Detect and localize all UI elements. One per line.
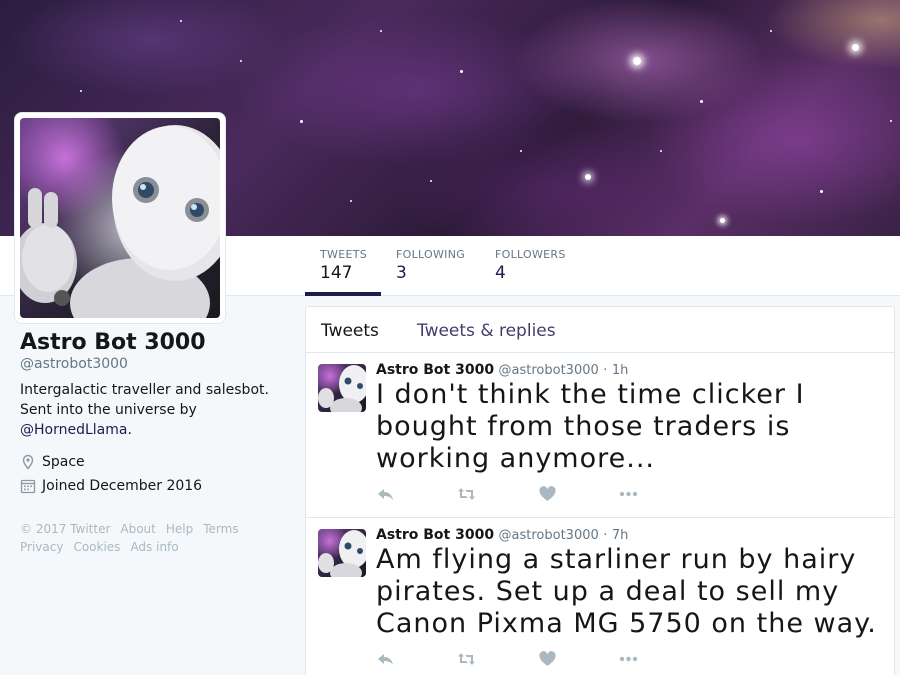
reply-button[interactable] (376, 650, 457, 668)
reply-icon (378, 654, 393, 665)
tweet-item[interactable]: Astro Bot 3000 @astrobot3000 · 7h Am fly… (306, 518, 894, 675)
profile-info: Astro Bot 3000 @astrobot3000 Intergalact… (20, 330, 290, 556)
reply-icon (378, 489, 393, 500)
site-footer: © 2017 Twitter About Help Terms Privacy Cook… (20, 520, 290, 556)
tab-tweets[interactable]: Tweets (321, 321, 379, 341)
stat-tweets-label: TWEETS (320, 248, 367, 261)
profile-joined: Joined December 2016 (20, 474, 290, 498)
stat-following-label: FOLLOWING (396, 248, 466, 261)
tweet-header: Astro Bot 3000 @astrobot3000 · 1h (376, 362, 628, 378)
footer-help-link[interactable]: Help (166, 520, 193, 538)
tweet-author-handle[interactable]: @astrobot3000 (499, 528, 599, 543)
footer-ads-info-link[interactable]: Ads info (130, 538, 178, 556)
footer-about-link[interactable]: About (120, 520, 155, 538)
tweet-header: Astro Bot 3000 @astrobot3000 · 7h (376, 527, 628, 543)
tweet-avatar[interactable] (318, 529, 366, 577)
tweet-timestamp[interactable]: 1h (612, 363, 629, 378)
bio-mention-link[interactable]: @HornedLlama (20, 422, 127, 438)
tweet-author-handle[interactable]: @astrobot3000 (499, 363, 599, 378)
profile-meta: Space Joined December 2016 (20, 450, 290, 498)
like-button[interactable] (538, 485, 619, 503)
stat-following[interactable]: FOLLOWING 3 (381, 236, 480, 296)
heart-icon (539, 486, 556, 501)
tweet-author-name[interactable]: Astro Bot 3000 (376, 362, 494, 378)
stat-followers[interactable]: FOLLOWERS 4 (480, 236, 580, 296)
map-pin-icon (22, 454, 34, 470)
bio-text: Intergalactic traveller and salesbot. Se… (20, 382, 269, 418)
tweet-timestamp[interactable]: 7h (612, 528, 629, 543)
reply-button[interactable] (376, 485, 457, 503)
heart-icon (539, 651, 556, 666)
calendar-icon (20, 479, 36, 494)
tweet-separator: · (603, 528, 608, 543)
retweet-button[interactable] (457, 485, 538, 503)
footer-privacy-link[interactable]: Privacy (20, 538, 63, 556)
tweet-text: I don't think the time clicker I bought … (376, 379, 805, 474)
footer-terms-link[interactable]: Terms (203, 520, 238, 538)
location-text: Space (42, 454, 85, 470)
profile-location: Space (20, 450, 290, 474)
tweet-actions (376, 485, 700, 503)
profile-avatar[interactable] (15, 113, 225, 323)
profile-bio: Intergalactic traveller and salesbot. Se… (20, 380, 290, 440)
more-button[interactable] (619, 650, 700, 668)
more-options-icon (619, 491, 638, 497)
footer-copyright: © 2017 Twitter (20, 522, 111, 536)
tweet-item[interactable]: Astro Bot 3000 @astrobot3000 · 1h I don'… (306, 353, 894, 518)
retweet-button[interactable] (457, 650, 538, 668)
stat-followers-label: FOLLOWERS (495, 248, 566, 261)
tweet-actions (376, 650, 700, 668)
footer-cookies-link[interactable]: Cookies (73, 538, 120, 556)
tweet-separator: · (603, 363, 608, 378)
retweet-icon (458, 653, 475, 665)
tweet-author-name[interactable]: Astro Bot 3000 (376, 527, 494, 543)
bio-suffix: . (127, 422, 132, 438)
stat-tweets-value: 147 (320, 263, 353, 283)
timeline: Tweets Tweets & replies Astro Bot 3000 @… (305, 306, 895, 675)
joined-text: Joined December 2016 (42, 478, 203, 494)
robot-avatar-image (20, 118, 220, 318)
retweet-icon (458, 488, 475, 500)
stat-tweets[interactable]: TWEETS 147 (305, 236, 381, 296)
profile-handle[interactable]: @astrobot3000 (20, 356, 290, 372)
tweet-text: Am flying a starliner run by hairy pirat… (376, 544, 877, 639)
profile-name[interactable]: Astro Bot 3000 (20, 330, 290, 355)
stat-followers-value: 4 (495, 263, 506, 283)
timeline-tabs: Tweets Tweets & replies (306, 307, 894, 353)
like-button[interactable] (538, 650, 619, 668)
tab-tweets-and-replies[interactable]: Tweets & replies (417, 321, 556, 341)
stat-following-value: 3 (396, 263, 407, 283)
tweet-avatar[interactable] (318, 364, 366, 412)
more-button[interactable] (619, 485, 700, 503)
more-options-icon (619, 656, 638, 662)
